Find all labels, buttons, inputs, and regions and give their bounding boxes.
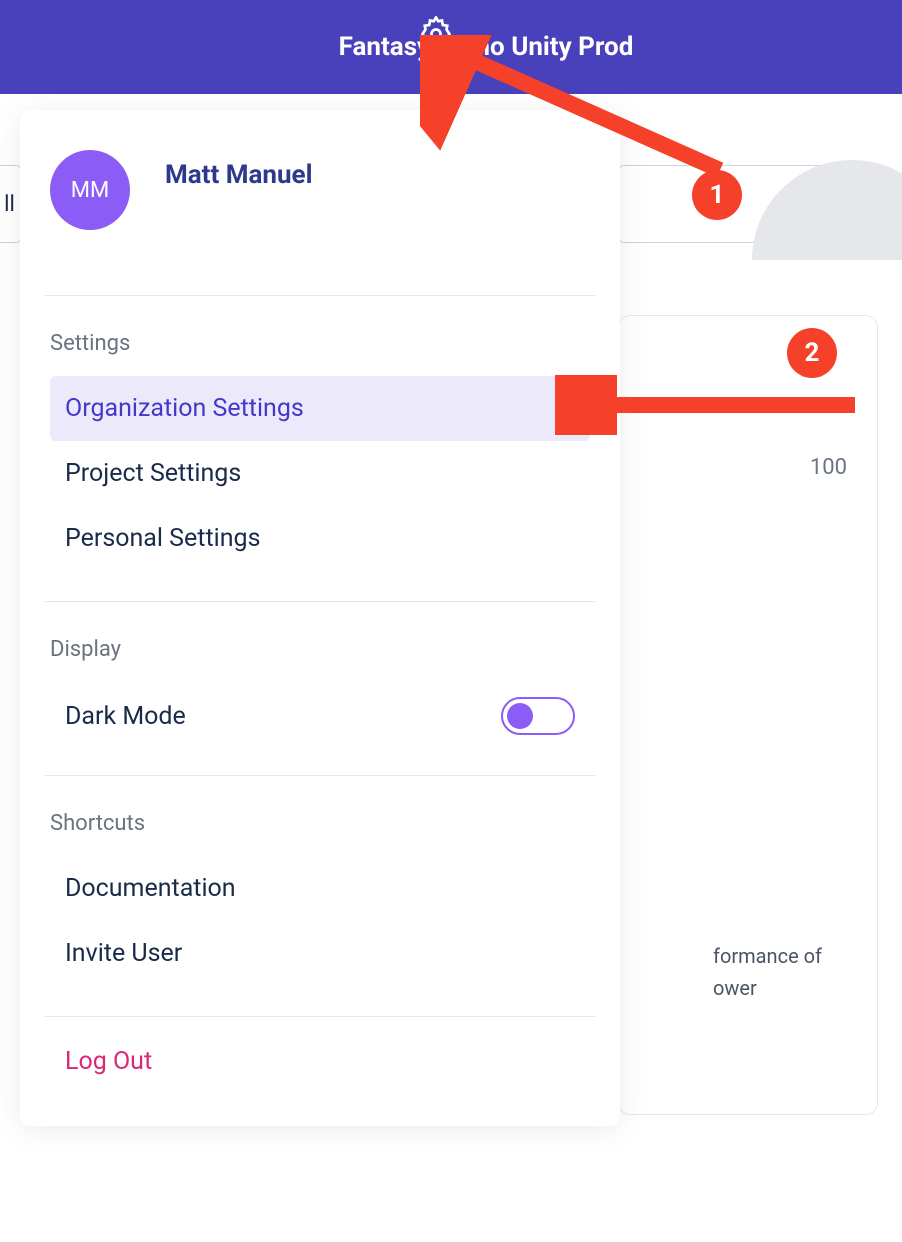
display-section-label: Display	[50, 637, 590, 662]
user-profile-row[interactable]: MM Matt Manuel	[50, 150, 590, 270]
dark-mode-toggle[interactable]	[501, 697, 575, 735]
avatar: MM	[50, 150, 130, 230]
divider	[45, 295, 595, 296]
gauge-value: 100	[810, 455, 847, 480]
menu-documentation[interactable]: Documentation	[50, 856, 590, 921]
logout-button[interactable]: Log Out	[50, 1017, 590, 1096]
left-fragment: ll	[0, 165, 22, 243]
settings-section-label: Settings	[50, 331, 590, 356]
user-name: Matt Manuel	[165, 160, 312, 190]
header-title: Fantasy Demo Unity Prod	[339, 32, 634, 62]
menu-personal-settings[interactable]: Personal Settings	[50, 506, 590, 571]
page-header: Fantasy Demo Unity Prod	[0, 0, 902, 94]
shortcuts-section-label: Shortcuts	[50, 811, 590, 836]
dark-mode-label: Dark Mode	[65, 702, 186, 731]
toggle-knob	[507, 703, 533, 729]
annotation-badge-1: 1	[692, 170, 742, 220]
settings-popup: MM Matt Manuel Settings Organization Set…	[20, 110, 620, 1126]
menu-invite-user[interactable]: Invite User	[50, 921, 590, 986]
divider	[45, 601, 595, 602]
gear-icon[interactable]	[418, 16, 454, 59]
menu-organization-settings[interactable]: Organization Settings	[50, 376, 590, 441]
annotation-badge-2: 2	[787, 328, 837, 378]
divider	[45, 775, 595, 776]
menu-project-settings[interactable]: Project Settings	[50, 441, 590, 506]
card-description: formance of ower	[713, 940, 822, 1004]
dark-mode-row: Dark Mode	[50, 682, 590, 750]
